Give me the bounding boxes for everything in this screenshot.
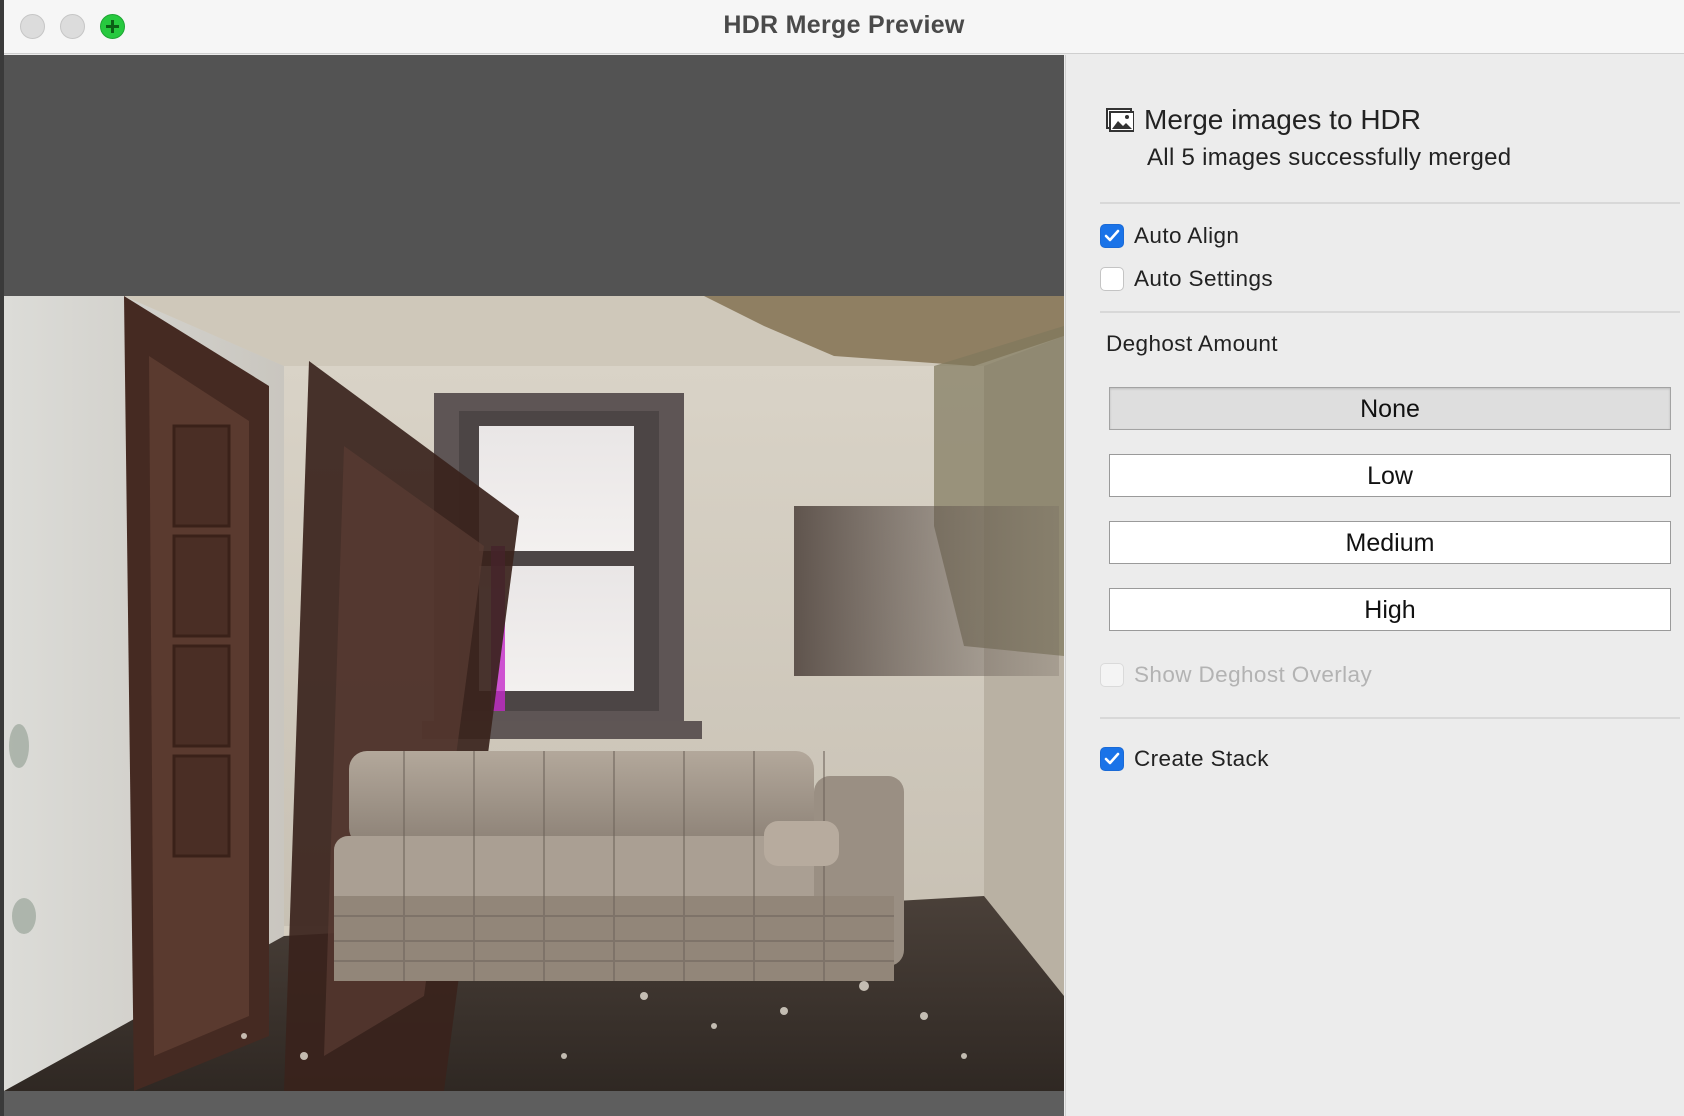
create-stack-checkbox[interactable]: [1100, 747, 1124, 771]
create-stack-label: Create Stack: [1134, 746, 1269, 771]
image-preview-area: [4, 55, 1064, 1116]
merge-status: All 5 images successfully merged: [1147, 144, 1512, 171]
auto-settings-row[interactable]: Auto Settings: [1100, 264, 1273, 294]
show-deghost-overlay-checkbox[interactable]: [1100, 663, 1124, 687]
checkmark-icon: [1104, 229, 1120, 242]
settings-panel: Merge images to HDR All 5 images success…: [1065, 55, 1684, 1116]
auto-settings-checkbox[interactable]: [1100, 267, 1124, 291]
deghost-amount-label: Deghost Amount: [1106, 331, 1278, 356]
show-deghost-overlay-row[interactable]: Show Deghost Overlay: [1100, 660, 1372, 690]
divider: [1100, 717, 1680, 719]
deghost-none-button[interactable]: None: [1109, 387, 1671, 430]
preview-bottom-strip: [4, 1091, 1064, 1116]
panel-heading: Merge images to HDR: [1144, 104, 1421, 135]
checkmark-icon: [1104, 752, 1120, 765]
auto-align-checkbox[interactable]: [1100, 224, 1124, 248]
deghost-high-button[interactable]: High: [1109, 588, 1671, 631]
title-bar: HDR Merge Preview: [4, 0, 1684, 54]
divider: [1100, 202, 1680, 204]
deghost-low-button[interactable]: Low: [1109, 454, 1671, 497]
auto-align-row[interactable]: Auto Align: [1100, 221, 1239, 251]
photo-stack-icon: [1106, 108, 1134, 132]
window-title: HDR Merge Preview: [723, 11, 965, 39]
create-stack-row[interactable]: Create Stack: [1100, 744, 1269, 774]
deghost-medium-button[interactable]: Medium: [1109, 521, 1671, 564]
auto-align-label: Auto Align: [1134, 223, 1240, 248]
hdr-merge-preview-window: HDR Merge Preview Merge images to HDR Al…: [4, 0, 1684, 1116]
divider: [1100, 311, 1680, 313]
hdr-preview-photo: [4, 296, 1064, 1091]
show-deghost-overlay-label: Show Deghost Overlay: [1134, 662, 1373, 687]
auto-settings-label: Auto Settings: [1134, 266, 1274, 291]
